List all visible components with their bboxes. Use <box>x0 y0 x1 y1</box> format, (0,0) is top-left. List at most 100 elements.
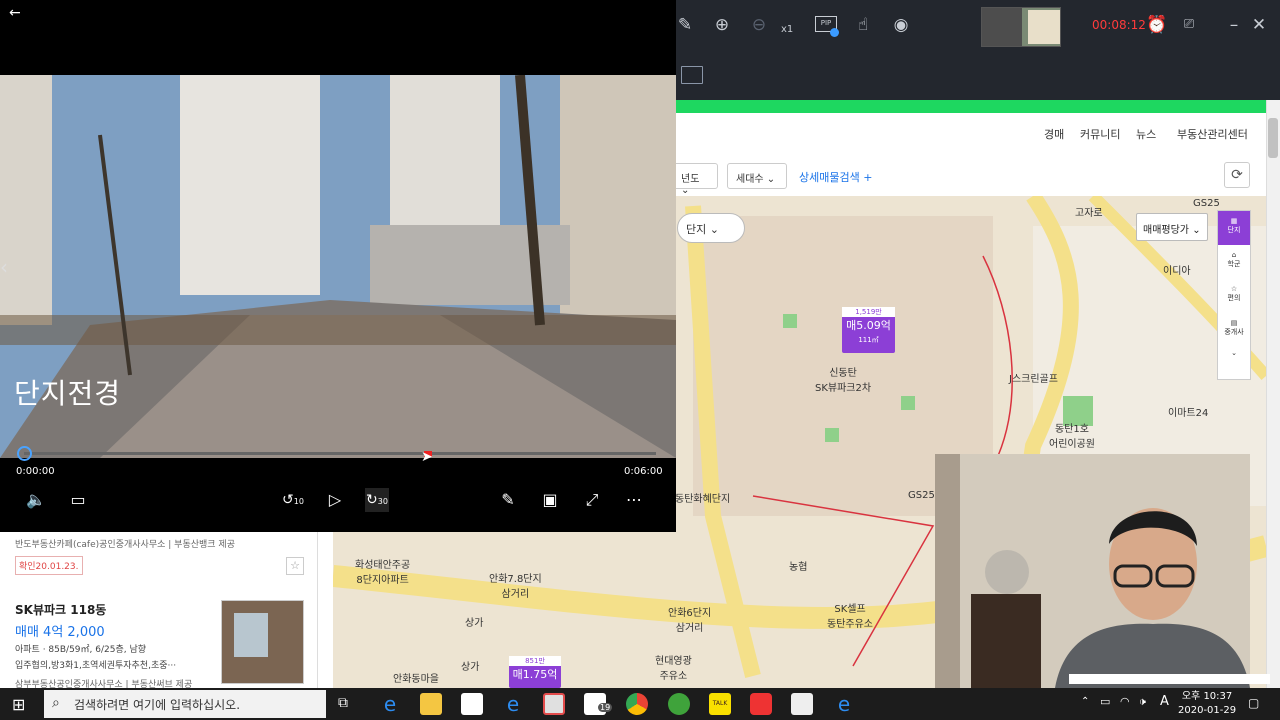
school-icon: ⌂ <box>1231 251 1237 259</box>
movies-app-icon[interactable] <box>791 693 813 715</box>
nav-management-center[interactable]: 부동산관리센터 <box>1177 126 1248 142</box>
recording-timer: 00:08:12 <box>1092 18 1146 32</box>
webcam-image <box>935 454 1250 688</box>
side-tool-expand[interactable]: ⌄ <box>1218 347 1250 367</box>
hide-cursor-icon[interactable]: ◉ <box>890 14 912 36</box>
edge-browser-icon[interactable]: e <box>379 693 401 715</box>
filter-year-dropdown[interactable]: 년도 ⌄ <box>672 163 718 196</box>
nav-community[interactable]: 커뮤니티 <box>1080 126 1120 142</box>
minimize-icon[interactable]: – <box>1223 14 1245 36</box>
map-label-ansan7: 안화7.8단지 삼거리 <box>489 574 542 600</box>
notifications-icon[interactable]: ▢ <box>1248 696 1259 710</box>
kakaotalk-icon[interactable]: TALK <box>709 693 731 715</box>
webcam-area-icon[interactable] <box>681 66 703 84</box>
side-tool-agent[interactable]: ▤ 중개사 <box>1218 313 1250 347</box>
side-tool-complex[interactable]: ▦ 단지 <box>1218 211 1250 245</box>
zoom-level: x1 <box>781 24 794 35</box>
price-marker-south[interactable]: 851만 매1.75억 <box>509 656 561 688</box>
map-label-idia: 이디아 <box>1163 266 1191 277</box>
taskbar-search-box[interactable]: ⌕ 검색하려면 여기에 입력하십시오. <box>44 690 326 718</box>
map-label-gs25-mid: GS25 <box>908 490 935 501</box>
windows-start-icon[interactable]: ⊞ <box>12 695 25 714</box>
zoom-out-icon[interactable]: ⊖ <box>748 14 770 36</box>
page-scrollbar-thumb[interactable] <box>1268 118 1278 158</box>
preview-video-pane <box>982 8 1022 46</box>
alarm-clock-icon[interactable]: ⏰ <box>1146 14 1168 36</box>
advanced-search-link[interactable]: 상세매물검색 + <box>799 169 872 185</box>
ie-browser-icon[interactable]: e <box>502 693 524 715</box>
listing-source-1-provider: 부동산뱅크 제공 <box>174 540 235 550</box>
taskbar-clock[interactable]: 오후 10:37 2020-01-29 <box>1178 690 1236 718</box>
filter-households-dropdown[interactable]: 세대수 ⌄ <box>727 163 787 189</box>
progress-track[interactable] <box>24 452 656 455</box>
screen: 경매 커뮤니티 뉴스 부동산관리센터 년도 ⌄ 세대수 ⌄ 상세매물검색 + ⟳… <box>0 0 1280 720</box>
recorder-app-icon[interactable] <box>750 693 772 715</box>
pencil-icon[interactable]: ✎ <box>674 14 696 36</box>
ie-browser-2-icon[interactable]: e <box>833 693 855 715</box>
marker-price: 매1.75억 <box>512 668 558 681</box>
back-arrow-icon[interactable]: ← <box>9 5 21 21</box>
zoom-in-icon[interactable]: ⊕ <box>711 14 733 36</box>
map-label-ansan-village: 안화동마을 <box>393 674 439 685</box>
subtitles-icon[interactable]: ▭ <box>66 488 90 512</box>
clock-time: 오후 10:37 <box>1181 691 1233 702</box>
store-icon[interactable] <box>461 693 483 715</box>
time-total: 0:06:00 <box>624 466 663 477</box>
favorite-button[interactable]: ☆ <box>286 557 304 575</box>
close-icon[interactable]: ✕ <box>1248 14 1270 36</box>
chevron-down-icon: ⌄ <box>766 174 776 185</box>
map-label-dongtan1: 동탄1호 어린이공원 <box>1049 424 1095 450</box>
volume-icon[interactable]: 🔈 <box>24 488 48 512</box>
listing-title[interactable]: SK뷰파크 118동 <box>15 601 106 618</box>
confirm-date-badge: 확인20.01.23. <box>15 556 83 575</box>
skip-forward-icon[interactable]: ↻30 <box>365 488 389 512</box>
side-tool-label: 중개사 <box>1224 328 1244 336</box>
side-tool-school[interactable]: ⌂ 학군 <box>1218 245 1250 279</box>
listing-photo[interactable] <box>221 600 304 684</box>
sync-app-icon[interactable] <box>543 693 565 715</box>
tray-chevron-icon[interactable]: ⌃ <box>1081 696 1089 707</box>
edit-pencil-icon[interactable]: ✎ <box>496 488 520 512</box>
task-view-icon[interactable]: ⧉ <box>338 695 348 711</box>
side-tool-label: 학군 <box>1227 260 1241 268</box>
play-icon[interactable]: ▷ <box>323 488 347 512</box>
click-effect-icon[interactable]: ☝ <box>852 14 874 36</box>
settings-menu-icon[interactable]: ⎚ <box>1178 14 1200 36</box>
marker-price: 매5.09억 <box>846 319 891 332</box>
file-explorer-icon[interactable] <box>420 693 442 715</box>
previous-chevron-icon[interactable]: ‹ <box>0 255 8 279</box>
price-type-dropdown[interactable]: 매매평당가 ⌄ <box>1136 213 1208 241</box>
side-tool-convenience[interactable]: ☆ 편의 <box>1218 279 1250 313</box>
plus-icon: + <box>863 171 873 184</box>
map-label-sanga2: 상가 <box>461 662 480 673</box>
skip-back-label: 10 <box>293 497 304 506</box>
progress-thumb[interactable] <box>17 446 32 461</box>
page-scrollbar[interactable] <box>1266 100 1280 688</box>
skip-back-icon[interactable]: ↺10 <box>281 488 305 512</box>
chrome-icon[interactable] <box>626 693 648 715</box>
wifi-icon[interactable]: ◠ <box>1120 695 1130 708</box>
speaker-icon[interactable]: 🕩 <box>1139 695 1146 709</box>
video-caption: 단지전경 <box>14 377 122 410</box>
mouse-cursor-icon: ➤ <box>421 449 433 465</box>
complex-toggle-button[interactable]: 단지 ⌄ <box>677 213 745 243</box>
map-label-ansan6: 안화6단지 삼거리 <box>668 608 712 634</box>
fullscreen-icon[interactable]: ⤢ <box>580 488 604 512</box>
mini-view-icon[interactable]: ▣ <box>538 488 562 512</box>
recording-preview-thumbnail[interactable] <box>981 7 1061 47</box>
more-options-icon[interactable]: ⋯ <box>622 488 646 512</box>
nav-news[interactable]: 뉴스 <box>1136 126 1156 142</box>
map-label-skself: SK셀프 동탄주유소 <box>827 604 873 630</box>
refresh-button[interactable]: ⟳ <box>1224 162 1250 188</box>
complex-toggle-label: 단지 <box>686 223 707 236</box>
ime-indicator[interactable]: A <box>1160 694 1169 709</box>
nav-auction[interactable]: 경매 <box>1044 126 1064 142</box>
pip-active-badge <box>830 28 839 37</box>
evernote-icon[interactable] <box>668 693 690 715</box>
marker-unit-price: 1,519만 <box>842 307 895 317</box>
star-icon: ☆ <box>1230 285 1238 293</box>
webcam-overlay <box>935 454 1250 688</box>
price-marker-sk2[interactable]: 1,519만 매5.09억 111㎡ <box>842 307 895 353</box>
network-icon[interactable]: ▭ <box>1100 695 1110 708</box>
preview-map-pane <box>1028 10 1060 44</box>
